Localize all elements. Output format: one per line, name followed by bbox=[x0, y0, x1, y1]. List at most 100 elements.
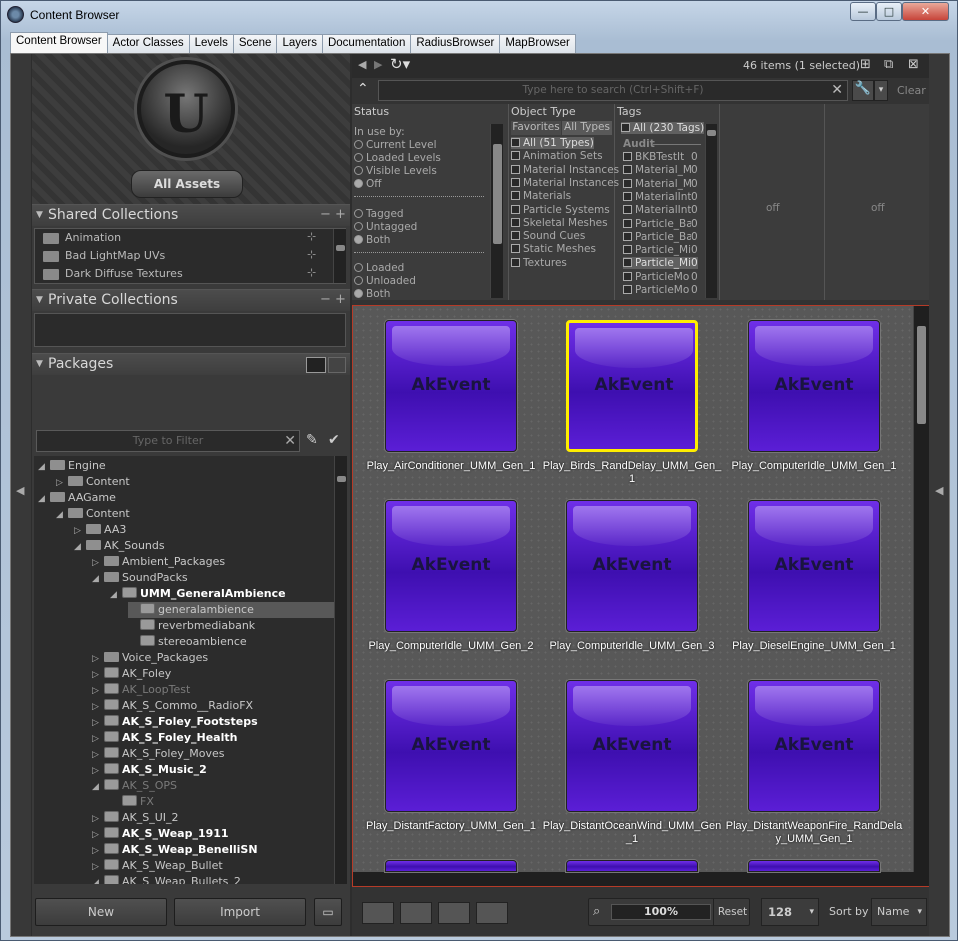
tree-node[interactable]: reverbmediabank bbox=[128, 618, 255, 634]
tag-checkbox[interactable]: ParticleMo 0 bbox=[623, 271, 698, 283]
asset-thumbnail[interactable]: AkEvent bbox=[385, 680, 517, 812]
object-type-checkbox[interactable]: Material Instances bbox=[511, 164, 619, 176]
add-to-collection-icon[interactable]: ⊹ bbox=[307, 248, 316, 261]
asset-thumbnail[interactable]: AkEvent bbox=[566, 500, 698, 632]
expand-toggle-icon[interactable]: ▷ bbox=[92, 859, 104, 875]
tree-node[interactable]: FX bbox=[110, 794, 154, 810]
asset-label[interactable]: Play_ComputerIdle_UMM_Gen_3 bbox=[542, 640, 722, 653]
expand-toggle-icon[interactable]: ▷ bbox=[92, 683, 104, 699]
tree-node[interactable]: ◢ SoundPacks bbox=[92, 570, 188, 586]
clear-button[interactable]: Clear bbox=[897, 84, 926, 97]
tree-node[interactable]: ◢ AAGame bbox=[38, 490, 116, 506]
add-to-collection-icon[interactable]: ⊹ bbox=[307, 230, 316, 243]
tree-node[interactable]: ▷ AK_LoopTest bbox=[92, 682, 190, 698]
collapse-triangle-icon[interactable]: ▼ bbox=[36, 210, 43, 220]
asset-grid-hscrollbar[interactable] bbox=[353, 872, 929, 886]
tag-checkbox[interactable]: Particle_Mi0 bbox=[623, 244, 698, 256]
tag-checkbox[interactable]: ParticleMo 0 bbox=[623, 284, 698, 296]
radio-loaded-levels[interactable]: Loaded Levels bbox=[354, 152, 441, 164]
collection-item[interactable]: Animation ⊹ bbox=[35, 229, 335, 247]
list-view-icon[interactable] bbox=[328, 357, 346, 373]
tree-node[interactable]: ▷ AK_S_Foley_Moves bbox=[92, 746, 224, 762]
tree-node[interactable]: ▷ AK_S_Weap_BenelliSN bbox=[92, 842, 258, 858]
expand-toggle-icon[interactable]: ▷ bbox=[92, 651, 104, 667]
tag-checkbox[interactable]: Material_M0 bbox=[623, 178, 698, 190]
forward-icon[interactable]: ▶ bbox=[374, 58, 382, 71]
collections-scrollbar[interactable] bbox=[333, 229, 346, 283]
back-icon[interactable]: ◀ bbox=[358, 58, 366, 71]
expand-toggle-icon[interactable]: ◢ bbox=[92, 571, 104, 587]
asset-thumbnail[interactable]: AkEvent bbox=[385, 500, 517, 632]
close-panel-icon[interactable]: ⊠ bbox=[908, 57, 919, 72]
package-filter-input[interactable]: Type to Filter ✕ bbox=[36, 430, 300, 452]
tag-checkbox[interactable]: Particle_Ba0 bbox=[623, 231, 698, 243]
tree-node[interactable]: ◢ Content bbox=[56, 506, 130, 522]
float-icon[interactable]: ⧉ bbox=[884, 57, 893, 72]
tree-view-icon[interactable] bbox=[306, 357, 326, 373]
clear-filter-icon[interactable]: ✕ bbox=[284, 431, 296, 451]
package-tree-scrollbar[interactable] bbox=[334, 456, 347, 884]
object-type-checkbox[interactable]: Animation Sets bbox=[511, 150, 603, 162]
expand-toggle-icon[interactable]: ▷ bbox=[92, 731, 104, 747]
asset-label[interactable]: Play_ComputerIdle_UMM_Gen_1 bbox=[724, 460, 904, 473]
asset-thumbnail[interactable]: AkEvent bbox=[748, 680, 880, 812]
radio-visible-levels[interactable]: Visible Levels bbox=[354, 165, 437, 177]
packages-header[interactable]: ▼ Packages bbox=[32, 353, 350, 375]
tree-node[interactable]: ▷ AK_S_Commo__RadioFX bbox=[92, 698, 253, 714]
tree-node[interactable]: ◢ UMM_GeneralAmbience bbox=[110, 586, 286, 602]
tree-node[interactable]: stereoambience bbox=[128, 634, 247, 650]
tree-node[interactable]: ▷ AK_Foley bbox=[92, 666, 171, 682]
sort-dropdown[interactable]: Name ▾ bbox=[871, 898, 927, 926]
tree-node[interactable]: ▷ Ambient_Packages bbox=[92, 554, 225, 570]
tree-node[interactable]: ▷ Content bbox=[56, 474, 130, 490]
radio-both-loaded[interactable]: Both bbox=[354, 288, 390, 298]
minimize-button[interactable]: — bbox=[850, 2, 876, 21]
expand-toggle-icon[interactable]: ▷ bbox=[92, 715, 104, 731]
expand-toggle-icon[interactable]: ▷ bbox=[92, 555, 104, 571]
object-type-checkbox[interactable]: Skeletal Meshes bbox=[511, 217, 608, 229]
reset-button[interactable]: Reset bbox=[713, 899, 751, 925]
object-type-checkbox[interactable]: Sound Cues bbox=[511, 230, 585, 242]
tag-checkbox[interactable]: MaterialInt0 bbox=[623, 204, 698, 216]
new-window-icon[interactable]: ⊞ bbox=[860, 57, 871, 72]
pencil-icon[interactable]: ✎ bbox=[306, 432, 318, 448]
object-type-checkbox[interactable]: Material Instances bbox=[511, 177, 619, 189]
tree-node[interactable]: ◢ AK_S_OPS bbox=[92, 778, 177, 794]
asset-grid-scrollbar[interactable] bbox=[913, 306, 929, 872]
remove-collection-icon[interactable]: − bbox=[320, 292, 331, 307]
collection-item[interactable]: Dark Diffuse Textures ⊹ bbox=[35, 265, 335, 283]
zoom-slider[interactable]: 100% bbox=[611, 904, 711, 920]
expand-toggle-icon[interactable]: ▷ bbox=[92, 763, 104, 779]
expand-toggle-icon[interactable]: ◢ bbox=[92, 779, 104, 795]
expand-toggle-icon[interactable]: ◢ bbox=[56, 507, 68, 523]
asset-thumbnail-partial[interactable] bbox=[748, 860, 880, 872]
radio-off[interactable]: Off bbox=[354, 178, 382, 190]
open-folder-icon[interactable]: ▭ bbox=[314, 898, 342, 926]
expand-toggle-icon[interactable]: ◢ bbox=[92, 875, 104, 884]
expand-toggle-icon[interactable]: ◢ bbox=[110, 587, 122, 603]
radio-current-level[interactable]: Current Level bbox=[354, 139, 437, 151]
all-tags-checkbox[interactable]: All (230 Tags) bbox=[621, 122, 705, 134]
refresh-icon[interactable]: ↻▾ bbox=[390, 55, 410, 73]
asset-thumbnail[interactable]: AkEvent bbox=[748, 500, 880, 632]
asset-thumbnail-partial[interactable] bbox=[385, 860, 517, 872]
expand-toggle-icon[interactable]: ◢ bbox=[38, 459, 50, 475]
asset-label[interactable]: Play_ComputerIdle_UMM_Gen_2 bbox=[361, 640, 541, 653]
tags-scrollbar[interactable] bbox=[705, 124, 717, 298]
tree-node[interactable]: ▷ AK_S_UI_2 bbox=[92, 810, 179, 826]
asset-thumbnail[interactable]: AkEvent bbox=[566, 680, 698, 812]
collapse-triangle-icon[interactable]: ▼ bbox=[36, 295, 43, 305]
tree-node[interactable]: ◢ AK_S_Weap_Bullets_2 bbox=[92, 874, 241, 884]
expand-toggle-icon[interactable]: ▷ bbox=[92, 843, 104, 859]
asset-label[interactable]: Play_Birds_RandDelay_UMM_Gen_1 bbox=[542, 460, 722, 486]
asset-label[interactable]: Play_AirConditioner_UMM_Gen_1 bbox=[361, 460, 541, 473]
radio-unloaded[interactable]: Unloaded bbox=[354, 275, 416, 287]
search-options-dropdown[interactable]: ▾ bbox=[874, 80, 888, 101]
asset-label[interactable]: Play_DistantOceanWind_UMM_Gen_1 bbox=[542, 820, 722, 846]
maximize-button[interactable]: □ bbox=[876, 2, 902, 21]
tag-checkbox[interactable]: MaterialInt0 bbox=[623, 191, 698, 203]
status-scrollbar[interactable] bbox=[490, 124, 503, 298]
tag-checkbox[interactable]: Material_M0 bbox=[623, 164, 698, 176]
tab-radius-browser[interactable]: RadiusBrowser bbox=[410, 34, 501, 53]
tree-node[interactable]: ▷ AK_S_Weap_Bullet bbox=[92, 858, 223, 874]
